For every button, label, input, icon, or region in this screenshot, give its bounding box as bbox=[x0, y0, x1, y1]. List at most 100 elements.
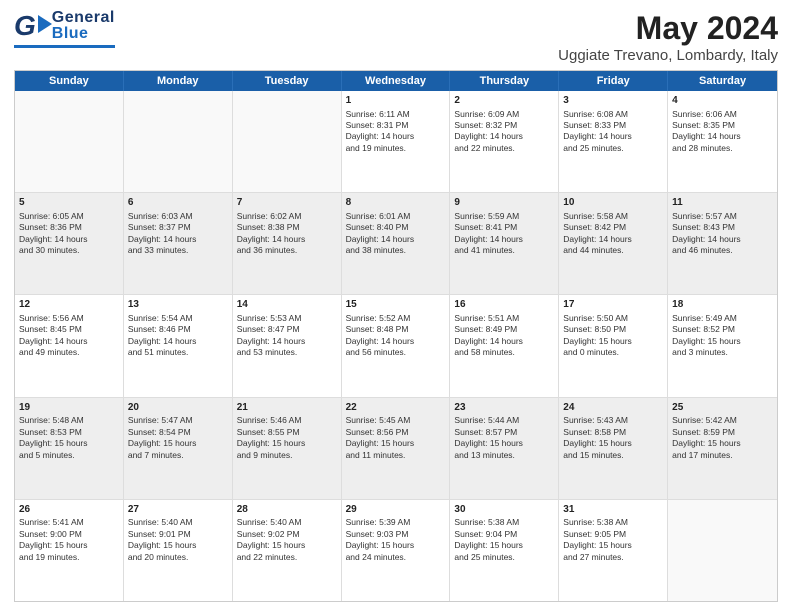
day-number-26: 26 bbox=[19, 503, 119, 517]
cell-info-line: Sunrise: 5:46 AM bbox=[237, 415, 337, 426]
cell-info-line: Sunset: 8:49 PM bbox=[454, 324, 554, 335]
cell-info-line: Sunrise: 6:09 AM bbox=[454, 109, 554, 120]
cell-info-line: Sunset: 8:48 PM bbox=[346, 324, 446, 335]
cal-cell-2-6: 18Sunrise: 5:49 AMSunset: 8:52 PMDayligh… bbox=[668, 295, 777, 396]
logo-bar bbox=[14, 45, 115, 48]
day-number-18: 18 bbox=[672, 298, 773, 312]
cell-info-line: Sunset: 8:35 PM bbox=[672, 120, 773, 131]
cell-info-line: and 13 minutes. bbox=[454, 450, 554, 461]
cal-row-0: 1Sunrise: 6:11 AMSunset: 8:31 PMDaylight… bbox=[15, 91, 777, 193]
cell-info-line: Daylight: 15 hours bbox=[237, 540, 337, 551]
cell-info-line: Daylight: 15 hours bbox=[454, 438, 554, 449]
day-number-21: 21 bbox=[237, 401, 337, 415]
logo-g: G bbox=[14, 10, 36, 42]
cell-info-line: Sunset: 8:36 PM bbox=[19, 222, 119, 233]
cal-cell-2-0: 12Sunrise: 5:56 AMSunset: 8:45 PMDayligh… bbox=[15, 295, 124, 396]
day-number-27: 27 bbox=[128, 503, 228, 517]
cell-info-line: Sunset: 9:03 PM bbox=[346, 529, 446, 540]
cell-info-line: Sunset: 8:54 PM bbox=[128, 427, 228, 438]
cell-info-line: Sunrise: 5:51 AM bbox=[454, 313, 554, 324]
cell-info-line: and 41 minutes. bbox=[454, 245, 554, 256]
cell-info-line: and 5 minutes. bbox=[19, 450, 119, 461]
cell-info-line: Daylight: 15 hours bbox=[346, 540, 446, 551]
col-wednesday: Wednesday bbox=[342, 71, 451, 91]
cal-cell-1-1: 6Sunrise: 6:03 AMSunset: 8:37 PMDaylight… bbox=[124, 193, 233, 294]
cal-cell-4-2: 28Sunrise: 5:40 AMSunset: 9:02 PMDayligh… bbox=[233, 500, 342, 601]
cell-info-line: Sunset: 8:31 PM bbox=[346, 120, 446, 131]
cell-info-line: Sunset: 8:52 PM bbox=[672, 324, 773, 335]
cal-cell-0-0 bbox=[15, 91, 124, 192]
cell-info-line: Sunset: 8:41 PM bbox=[454, 222, 554, 233]
day-number-2: 2 bbox=[454, 94, 554, 108]
cell-info-line: Sunrise: 6:08 AM bbox=[563, 109, 663, 120]
cell-info-line: and 11 minutes. bbox=[346, 450, 446, 461]
cal-cell-1-4: 9Sunrise: 5:59 AMSunset: 8:41 PMDaylight… bbox=[450, 193, 559, 294]
day-number-22: 22 bbox=[346, 401, 446, 415]
cal-cell-0-5: 3Sunrise: 6:08 AMSunset: 8:33 PMDaylight… bbox=[559, 91, 668, 192]
day-number-5: 5 bbox=[19, 196, 119, 210]
cell-info-line: Daylight: 15 hours bbox=[19, 438, 119, 449]
cal-cell-3-0: 19Sunrise: 5:48 AMSunset: 8:53 PMDayligh… bbox=[15, 398, 124, 499]
cell-info-line: Sunrise: 5:49 AM bbox=[672, 313, 773, 324]
cell-info-line: Sunrise: 6:05 AM bbox=[19, 211, 119, 222]
day-number-30: 30 bbox=[454, 503, 554, 517]
title-block: May 2024 Uggiate Trevano, Lombardy, Ital… bbox=[558, 10, 778, 64]
cell-info-line: and 9 minutes. bbox=[237, 450, 337, 461]
cell-info-line: Sunrise: 5:38 AM bbox=[454, 517, 554, 528]
cell-info-line: and 58 minutes. bbox=[454, 347, 554, 358]
cal-cell-2-3: 15Sunrise: 5:52 AMSunset: 8:48 PMDayligh… bbox=[342, 295, 451, 396]
cell-info-line: and 17 minutes. bbox=[672, 450, 773, 461]
cal-cell-2-5: 17Sunrise: 5:50 AMSunset: 8:50 PMDayligh… bbox=[559, 295, 668, 396]
cal-cell-1-0: 5Sunrise: 6:05 AMSunset: 8:36 PMDaylight… bbox=[15, 193, 124, 294]
cell-info-line: and 38 minutes. bbox=[346, 245, 446, 256]
cell-info-line: Sunset: 8:46 PM bbox=[128, 324, 228, 335]
cell-info-line: Sunrise: 5:52 AM bbox=[346, 313, 446, 324]
day-number-12: 12 bbox=[19, 298, 119, 312]
cell-info-line: Daylight: 15 hours bbox=[672, 336, 773, 347]
cell-info-line: Sunrise: 5:40 AM bbox=[128, 517, 228, 528]
cell-info-line: and 3 minutes. bbox=[672, 347, 773, 358]
cell-info-line: Daylight: 14 hours bbox=[563, 131, 663, 142]
day-number-24: 24 bbox=[563, 401, 663, 415]
day-number-1: 1 bbox=[346, 94, 446, 108]
cell-info-line: and 30 minutes. bbox=[19, 245, 119, 256]
day-number-20: 20 bbox=[128, 401, 228, 415]
cell-info-line: Sunrise: 6:06 AM bbox=[672, 109, 773, 120]
cell-info-line: and 33 minutes. bbox=[128, 245, 228, 256]
cell-info-line: Sunrise: 6:02 AM bbox=[237, 211, 337, 222]
day-number-9: 9 bbox=[454, 196, 554, 210]
cal-cell-2-1: 13Sunrise: 5:54 AMSunset: 8:46 PMDayligh… bbox=[124, 295, 233, 396]
cell-info-line: Sunset: 8:55 PM bbox=[237, 427, 337, 438]
cal-cell-3-1: 20Sunrise: 5:47 AMSunset: 8:54 PMDayligh… bbox=[124, 398, 233, 499]
page-subtitle: Uggiate Trevano, Lombardy, Italy bbox=[558, 47, 778, 64]
cell-info-line: and 22 minutes. bbox=[454, 143, 554, 154]
cell-info-line: Sunset: 8:53 PM bbox=[19, 427, 119, 438]
cell-info-line: Sunrise: 6:01 AM bbox=[346, 211, 446, 222]
cal-cell-0-4: 2Sunrise: 6:09 AMSunset: 8:32 PMDaylight… bbox=[450, 91, 559, 192]
cal-cell-2-2: 14Sunrise: 5:53 AMSunset: 8:47 PMDayligh… bbox=[233, 295, 342, 396]
cell-info-line: Daylight: 15 hours bbox=[563, 336, 663, 347]
cell-info-line: Sunset: 9:05 PM bbox=[563, 529, 663, 540]
cal-cell-0-3: 1Sunrise: 6:11 AMSunset: 8:31 PMDaylight… bbox=[342, 91, 451, 192]
cell-info-line: and 53 minutes. bbox=[237, 347, 337, 358]
logo: G General Blue bbox=[14, 10, 115, 48]
cell-info-line: and 20 minutes. bbox=[128, 552, 228, 563]
day-number-13: 13 bbox=[128, 298, 228, 312]
day-number-16: 16 bbox=[454, 298, 554, 312]
cell-info-line: Daylight: 15 hours bbox=[563, 540, 663, 551]
cell-info-line: Sunset: 9:04 PM bbox=[454, 529, 554, 540]
cell-info-line: Sunset: 9:02 PM bbox=[237, 529, 337, 540]
cal-cell-3-3: 22Sunrise: 5:45 AMSunset: 8:56 PMDayligh… bbox=[342, 398, 451, 499]
cell-info-line: Sunrise: 5:47 AM bbox=[128, 415, 228, 426]
cell-info-line: and 7 minutes. bbox=[128, 450, 228, 461]
cell-info-line: Sunrise: 5:59 AM bbox=[454, 211, 554, 222]
cell-info-line: Daylight: 14 hours bbox=[237, 234, 337, 245]
cell-info-line: Sunrise: 5:57 AM bbox=[672, 211, 773, 222]
col-tuesday: Tuesday bbox=[233, 71, 342, 91]
header: G General Blue May 2024 Uggiate Trevano,… bbox=[14, 10, 778, 64]
cell-info-line: and 22 minutes. bbox=[237, 552, 337, 563]
day-number-19: 19 bbox=[19, 401, 119, 415]
day-number-15: 15 bbox=[346, 298, 446, 312]
cell-info-line: Sunrise: 5:43 AM bbox=[563, 415, 663, 426]
cell-info-line: Sunrise: 5:44 AM bbox=[454, 415, 554, 426]
